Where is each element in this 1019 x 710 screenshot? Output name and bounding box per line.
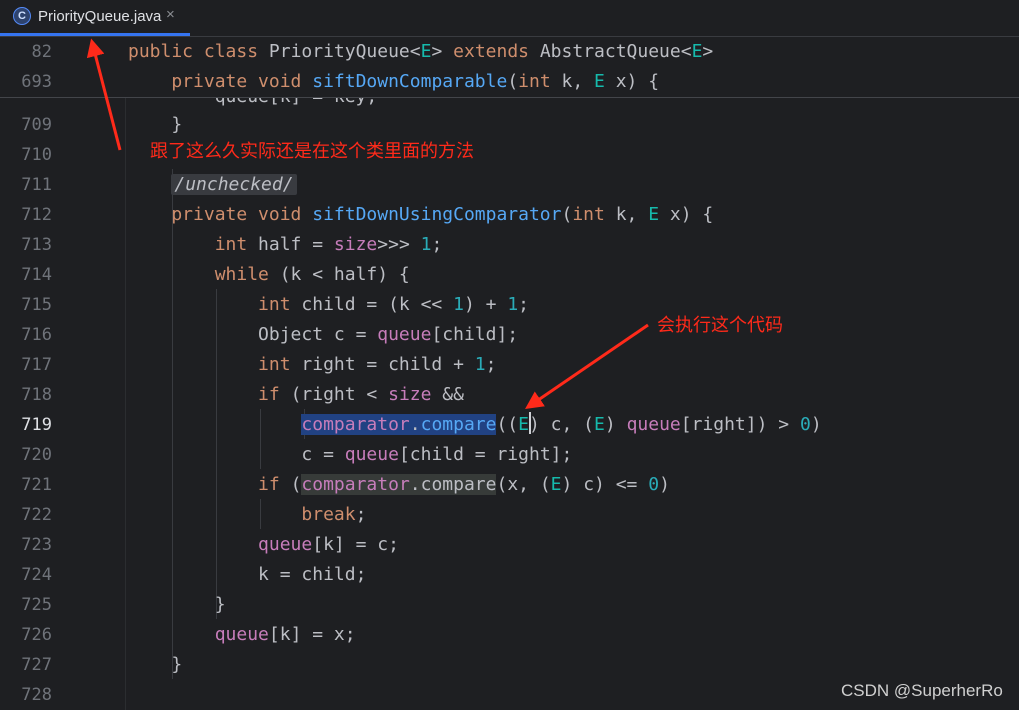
annotation-note-top: 跟了这么久实际还是在这个类里面的方法 [150,141,474,162]
annotation-note-mid: 会执行这个代码 [657,315,783,336]
arrow-to-compare [525,323,649,410]
annotation-arrows [86,38,649,410]
arrow-to-tab [86,38,122,151]
watermark: CSDN @SuperherRo [841,681,1003,700]
